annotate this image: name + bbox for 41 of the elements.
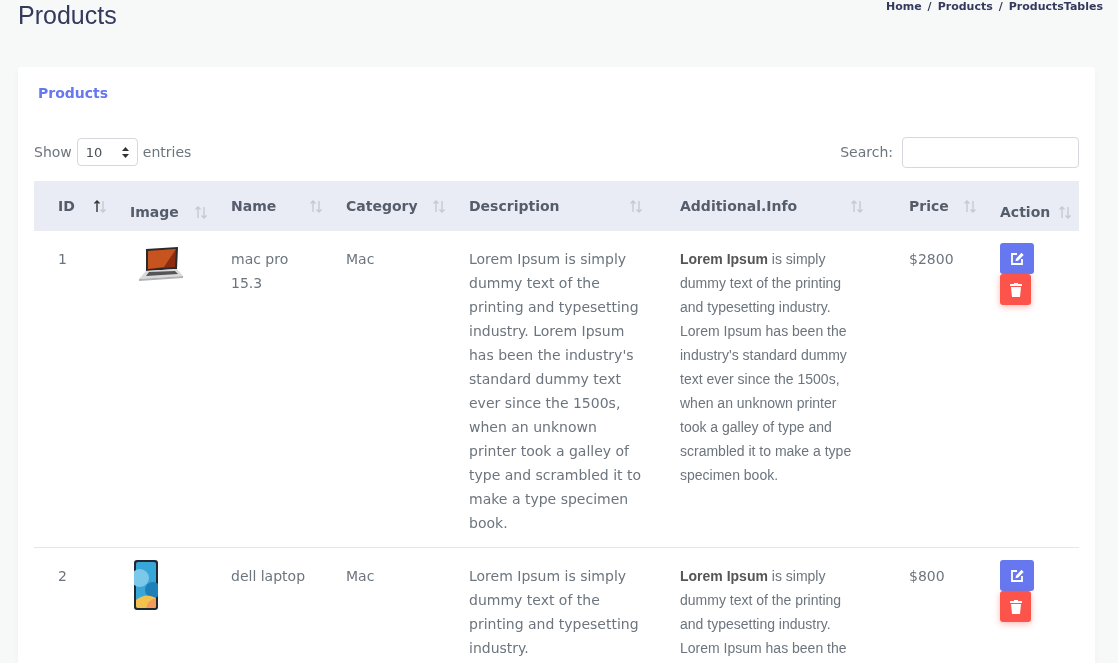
column-header[interactable]: ID bbox=[34, 181, 114, 231]
entries-label: entries bbox=[142, 144, 192, 160]
sort-caret-icon bbox=[121, 146, 129, 158]
column-header[interactable]: Price bbox=[893, 181, 984, 231]
column-header[interactable]: Category bbox=[330, 181, 453, 231]
column-header[interactable]: Action bbox=[984, 181, 1079, 231]
show-label: Show bbox=[34, 144, 72, 160]
delete-button[interactable] bbox=[1000, 591, 1031, 622]
page-title: Products bbox=[18, 0, 117, 31]
edit-icon bbox=[1009, 251, 1025, 266]
table-cell: Mac bbox=[330, 547, 453, 663]
breadcrumb-link[interactable]: ProductsTables bbox=[1008, 0, 1103, 13]
column-header[interactable]: Image bbox=[114, 181, 215, 231]
column-header[interactable]: Description bbox=[453, 181, 664, 231]
breadcrumb-separator: / bbox=[998, 0, 1003, 13]
breadcrumb-link[interactable]: Products bbox=[937, 0, 993, 13]
trash-icon bbox=[1009, 599, 1022, 614]
table-cell: dell laptop bbox=[215, 547, 330, 663]
search-label: Search: bbox=[840, 144, 893, 160]
table-cell: $800 bbox=[893, 547, 984, 663]
column-header[interactable]: Name bbox=[215, 181, 330, 231]
card-title: Products bbox=[37, 84, 110, 103]
breadcrumb-link[interactable]: Home bbox=[885, 0, 922, 13]
edit-button[interactable] bbox=[1000, 243, 1034, 274]
table-cell: Mac bbox=[330, 231, 453, 548]
table-cell: $2800 bbox=[893, 231, 984, 548]
table-cell: mac pro 15.3 bbox=[215, 231, 330, 548]
table-cell: Lorem Ipsum is simply dummy text of the printing and typesetting industry. bbox=[453, 547, 664, 663]
table-cell: 1 bbox=[34, 231, 114, 548]
table-cell: 2 bbox=[34, 547, 114, 663]
breadcrumb-separator: / bbox=[927, 0, 932, 13]
table-cell: Lorem Ipsum is simply dummy text of the printing and typesetting industry. Lorem Ipsum has been the industry's standard dummy text ever since the 1500s, when an unknown printer took a galley of type and scrambled it to make a type specimen book. bbox=[664, 231, 893, 548]
edit-icon bbox=[1009, 568, 1025, 583]
entries-select[interactable]: 10 bbox=[76, 138, 138, 166]
edit-button[interactable] bbox=[1000, 560, 1034, 591]
trash-icon bbox=[1009, 282, 1022, 297]
search-field[interactable] bbox=[902, 136, 1079, 168]
column-header[interactable]: Additional.Info bbox=[664, 181, 893, 231]
table-cell: Lorem Ipsum is simply dummy text of the printing and typesetting industry. Lorem Ipsum has been the industry's standard dummy text ever since the 1500s, when an unknown printer took a galley of type and scrambled it to make a type specimen book. bbox=[453, 231, 664, 548]
table-cell: Lorem Ipsum is simply dummy text of the printing and typesetting industry. Lorem Ipsum has been the bbox=[664, 547, 893, 663]
delete-button[interactable] bbox=[1000, 274, 1031, 305]
